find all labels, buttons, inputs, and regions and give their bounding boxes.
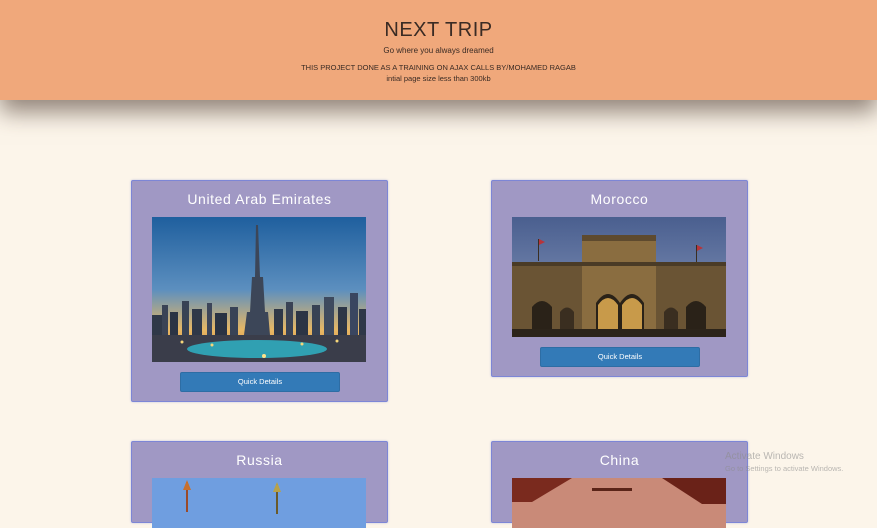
country-name: China bbox=[599, 452, 640, 468]
country-photo-russia bbox=[152, 478, 366, 528]
country-name: Morocco bbox=[590, 191, 649, 207]
country-photo-morocco bbox=[512, 217, 726, 337]
country-name: Russia bbox=[236, 452, 283, 468]
quick-details-button[interactable]: Quick Details bbox=[540, 347, 700, 367]
site-title: NEXT TRIP bbox=[384, 19, 493, 41]
country-card-uae: United Arab Emirates Quick Details bbox=[131, 180, 388, 402]
watermark-subtitle: Go to Settings to activate Windows. bbox=[725, 464, 844, 473]
country-name: United Arab Emirates bbox=[187, 191, 332, 207]
activate-windows-watermark: Activate Windows Go to Settings to activ… bbox=[725, 451, 843, 473]
quick-details-button[interactable]: Quick Details bbox=[180, 372, 340, 392]
country-card-china: China bbox=[491, 441, 748, 528]
country-card-morocco: Morocco Quick Details bbox=[491, 180, 748, 377]
project-note: THIS PROJECT DONE AS A TRAINING ON AJAX … bbox=[301, 63, 576, 72]
country-card-russia: Russia bbox=[131, 441, 388, 528]
page-size-note: intial page size less than 300kb bbox=[386, 74, 491, 83]
site-tagline: Go where you always dreamed bbox=[383, 46, 494, 55]
watermark-title: Activate Windows bbox=[725, 451, 804, 462]
country-photo-china bbox=[512, 478, 726, 528]
country-photo-dubai bbox=[152, 217, 366, 362]
page-header: NEXT TRIP Go where you always dreamed TH… bbox=[0, 0, 877, 100]
